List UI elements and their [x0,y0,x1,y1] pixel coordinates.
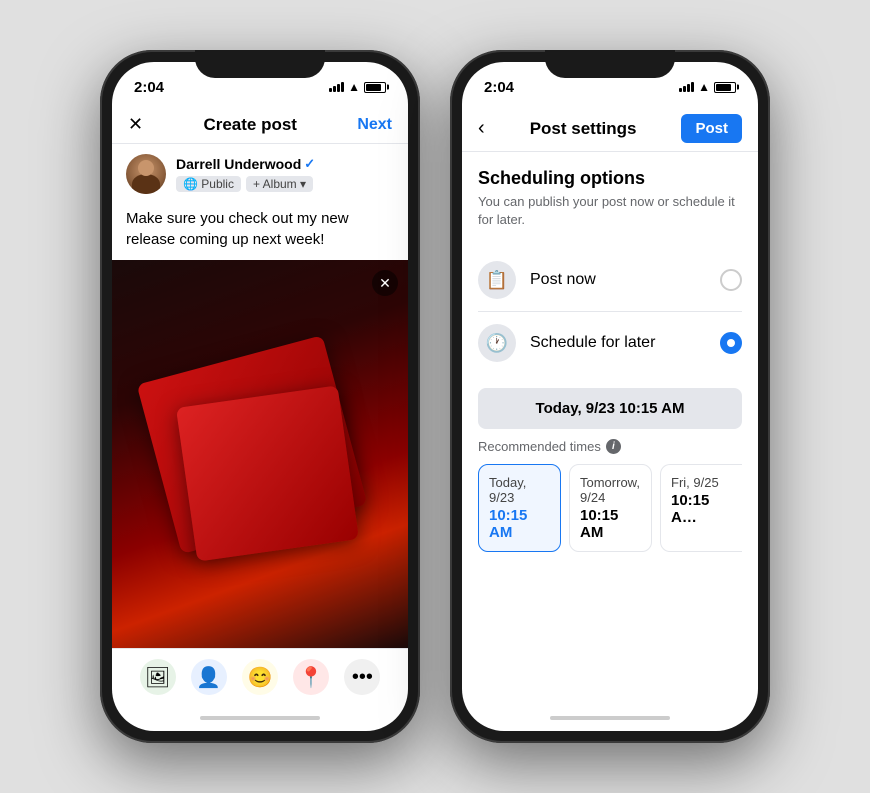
slot-time-0: 10:15 AM [489,507,550,541]
create-post-header: ✕ Create post Next [112,106,408,144]
avatar [126,154,166,194]
scheduling-description: You can publish your post now or schedul… [478,193,742,229]
schedule-later-icon: 🕐 [478,324,516,362]
create-post-content: Darrell Underwood ✓ 🌐 Public + Album ▾ M… [112,144,408,705]
image-close-button[interactable]: ✕ [372,270,398,296]
post-now-left: 📋 Post now [478,261,596,299]
status-icons-right: ▲ [679,80,736,94]
signal-icon [329,82,344,92]
header-title-right: Post settings [530,119,637,139]
time-slot-tomorrow[interactable]: Tomorrow, 9/24 10:15 AM [569,464,652,552]
location-button[interactable]: 📍 [293,659,329,695]
tag-people-button[interactable]: 👤 [191,659,227,695]
home-indicator-right [462,705,758,731]
battery-icon [364,82,386,93]
datetime-button[interactable]: Today, 9/23 10:15 AM [478,388,742,429]
post-settings-header: ‹ Post settings Post [462,106,758,152]
notch-right [545,50,675,78]
user-info: Darrell Underwood ✓ 🌐 Public + Album ▾ [176,156,315,192]
schedule-later-option[interactable]: 🕐 Schedule for later [478,312,742,374]
bottom-toolbar: 🖼 👤 😊 📍 ••• [112,648,408,705]
status-icons-left: ▲ [329,80,386,94]
post-now-icon: 📋 [478,261,516,299]
slot-time-2: 10:15 A… [671,492,732,526]
schedule-later-left: 🕐 Schedule for later [478,324,655,362]
recommended-label: Recommended times i [478,439,742,454]
status-time-left: 2:04 [134,79,164,96]
post-now-label: Post now [530,271,596,289]
scheduling-title: Scheduling options [478,168,742,189]
wifi-icon: ▲ [348,80,360,94]
photo-icon-button[interactable]: 🖼 [140,659,176,695]
post-image-container: ✕ [112,260,408,648]
header-title-left: Create post [203,115,297,135]
post-text[interactable]: Make sure you check out my new release c… [112,204,408,260]
settings-content: Scheduling options You can publish your … [462,152,758,705]
next-button[interactable]: Next [357,116,392,134]
status-time-right: 2:04 [484,79,514,96]
user-row: Darrell Underwood ✓ 🌐 Public + Album ▾ [112,144,408,204]
time-slots: Today, 9/23 10:15 AM Tomorrow, 9/24 10:1… [478,464,742,552]
time-slot-fri[interactable]: Fri, 9/25 10:15 A… [660,464,742,552]
wifi-icon-right: ▲ [698,80,710,94]
left-phone: 2:04 ▲ ✕ Create post [100,50,420,743]
public-tag[interactable]: 🌐 Public [176,176,241,192]
info-icon: i [606,439,621,454]
user-tags: 🌐 Public + Album ▾ [176,176,315,192]
post-now-option[interactable]: 📋 Post now [478,249,742,311]
slot-date-0: Today, 9/23 [489,475,550,505]
verified-badge: ✓ [304,156,315,172]
notch [195,50,325,78]
post-button[interactable]: Post [681,114,742,143]
close-button[interactable]: ✕ [128,114,143,135]
more-options-button[interactable]: ••• [344,659,380,695]
slot-date-1: Tomorrow, 9/24 [580,475,641,505]
schedule-later-radio[interactable] [720,332,742,354]
album-tag[interactable]: + Album ▾ [246,176,313,192]
signal-icon-right [679,82,694,92]
post-now-radio[interactable] [720,269,742,291]
schedule-later-label: Schedule for later [530,334,655,352]
right-phone: 2:04 ▲ ‹ Post settings [450,50,770,743]
back-button[interactable]: ‹ [478,117,485,140]
battery-icon-right [714,82,736,93]
home-indicator-left [112,705,408,731]
scene: 2:04 ▲ ✕ Create post [0,0,870,793]
slot-time-1: 10:15 AM [580,507,641,541]
user-name: Darrell Underwood ✓ [176,156,315,172]
radio-inner [727,339,735,347]
time-slot-today[interactable]: Today, 9/23 10:15 AM [478,464,561,552]
slot-date-2: Fri, 9/25 [671,475,732,490]
emoji-button[interactable]: 😊 [242,659,278,695]
post-image [112,260,408,648]
